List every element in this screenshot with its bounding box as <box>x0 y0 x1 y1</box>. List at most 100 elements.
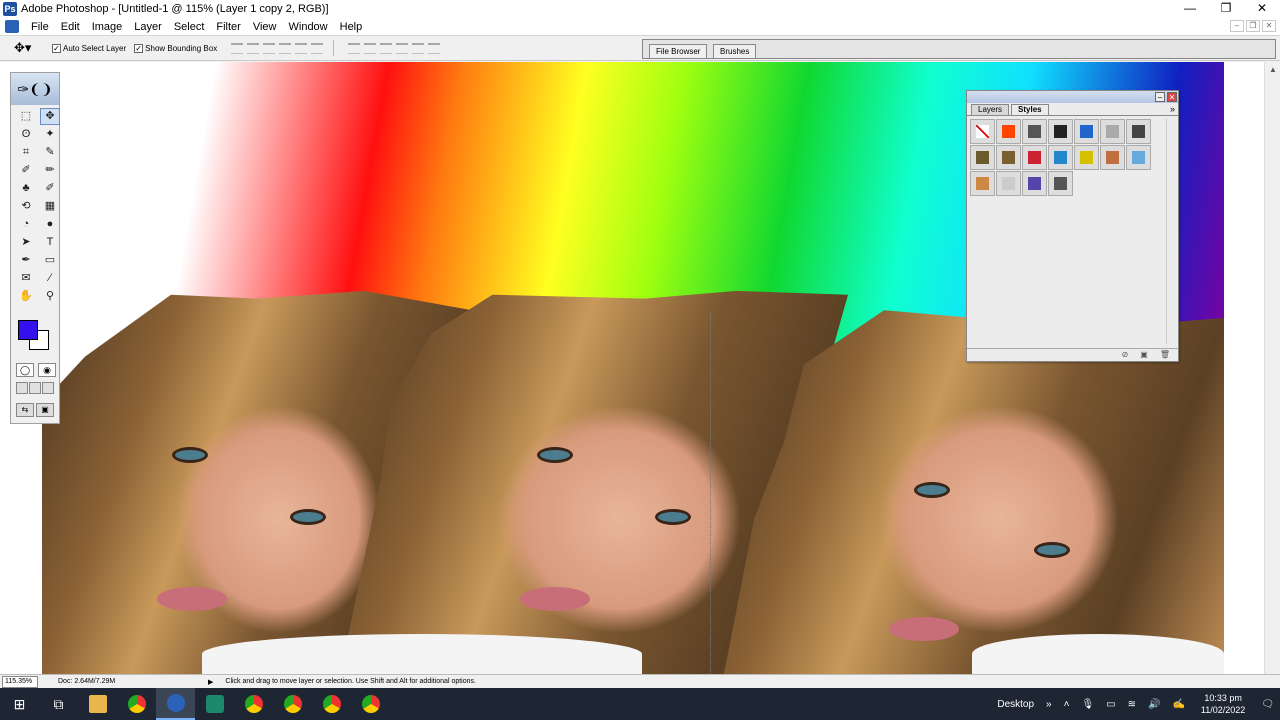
chrome-profile-icon[interactable] <box>234 688 273 720</box>
clear-style-icon[interactable]: ⊘ <box>1122 349 1129 361</box>
minimize-button[interactable]: — <box>1172 0 1208 18</box>
document-icon[interactable] <box>5 20 19 33</box>
style-swatch[interactable] <box>1022 171 1047 196</box>
distribute-vcenter-icon[interactable] <box>364 42 377 54</box>
photoshop-taskbar-icon[interactable] <box>156 688 195 720</box>
panel-title-bar[interactable]: – ✕ <box>967 91 1178 103</box>
style-swatch[interactable] <box>1074 119 1099 144</box>
style-swatch[interactable] <box>1100 119 1125 144</box>
eraser-tool-icon[interactable]: ⟲ <box>16 198 36 215</box>
align-right-icon[interactable] <box>311 42 324 54</box>
menu-layer[interactable]: Layer <box>128 21 168 33</box>
style-swatch[interactable] <box>1048 171 1073 196</box>
menu-filter[interactable]: Filter <box>210 21 246 33</box>
distribute-top-icon[interactable] <box>348 42 361 54</box>
path-selection-tool-icon[interactable]: ➤ <box>16 234 36 251</box>
distribute-left-icon[interactable] <box>396 42 409 54</box>
type-tool-icon[interactable]: T <box>40 234 60 251</box>
desktop-toolbar-label[interactable]: Desktop <box>997 699 1034 710</box>
lasso-tool-icon[interactable]: ʘ <box>16 126 36 143</box>
distribute-bottom-icon[interactable] <box>380 42 393 54</box>
style-swatch[interactable] <box>996 119 1021 144</box>
show-hidden-icons-icon[interactable]: ˄ <box>1064 699 1070 710</box>
menu-file[interactable]: File <box>25 21 55 33</box>
style-swatch[interactable] <box>1022 119 1047 144</box>
scroll-up-icon[interactable]: ▲ <box>1265 62 1280 78</box>
marquee-tool-icon[interactable]: ⬚ <box>16 108 36 125</box>
quick-mask-icon[interactable]: ◉ <box>38 363 56 377</box>
doc-close-button[interactable]: ✕ <box>1262 20 1276 32</box>
align-hcenter-icon[interactable] <box>295 42 308 54</box>
style-swatch[interactable] <box>970 145 995 170</box>
gradient-tool-icon[interactable]: ▦ <box>40 198 60 215</box>
menu-edit[interactable]: Edit <box>55 21 86 33</box>
standard-screen-icon[interactable] <box>16 382 28 394</box>
close-button[interactable]: ✕ <box>1244 0 1280 18</box>
style-swatch[interactable] <box>1126 145 1151 170</box>
chrome-icon[interactable] <box>117 688 156 720</box>
eyedropper-tool-icon[interactable]: ⁄ <box>40 270 60 287</box>
foreground-color-swatch[interactable] <box>18 320 38 340</box>
chrome-profile-icon[interactable] <box>312 688 351 720</box>
style-swatch[interactable] <box>1100 145 1125 170</box>
move-tool-icon[interactable]: ✥ <box>40 108 60 125</box>
tab-styles[interactable]: Styles <box>1011 104 1049 115</box>
style-swatch[interactable] <box>1126 119 1151 144</box>
doc-restore-button[interactable]: ❐ <box>1246 20 1260 32</box>
menu-view[interactable]: View <box>247 21 283 33</box>
hand-tool-icon[interactable]: ✋ <box>16 288 36 305</box>
style-swatch[interactable] <box>1048 119 1073 144</box>
slice-tool-icon[interactable]: ✎ <box>40 144 60 161</box>
panel-scrollbar[interactable] <box>1166 119 1176 344</box>
style-swatch[interactable] <box>970 171 995 196</box>
no-style-swatch[interactable] <box>970 119 995 144</box>
move-tool-preset-icon[interactable]: ✥▾ <box>14 40 44 56</box>
delete-style-icon[interactable]: 🗑 <box>1160 349 1170 361</box>
doc-minimize-button[interactable]: – <box>1230 20 1244 32</box>
history-brush-tool-icon[interactable]: ✐ <box>40 180 60 197</box>
align-vcenter-icon[interactable] <box>247 42 260 54</box>
auto-select-layer-checkbox[interactable]: ✓ Auto Select Layer <box>52 43 126 53</box>
brush-tool-icon[interactable]: ✏ <box>40 162 60 179</box>
media-player-icon[interactable] <box>195 688 234 720</box>
vertical-scrollbar[interactable]: ▲ <box>1264 62 1280 674</box>
align-top-icon[interactable] <box>231 42 244 54</box>
standard-mode-icon[interactable]: ◯ <box>16 363 34 377</box>
clock[interactable]: 10:33 pm 11/02/2022 <box>1201 692 1245 716</box>
dodge-tool-icon[interactable]: ● <box>40 216 60 233</box>
show-bounding-box-checkbox[interactable]: ✓ Show Bounding Box <box>134 43 217 53</box>
maximize-button[interactable]: ❐ <box>1208 0 1244 18</box>
menu-help[interactable]: Help <box>334 21 369 33</box>
distribute-right-icon[interactable] <box>428 42 441 54</box>
panel-close-button[interactable]: ✕ <box>1167 92 1177 102</box>
notes-tool-icon[interactable]: ✉ <box>16 270 36 287</box>
wifi-icon[interactable]: ≋ <box>1128 699 1136 710</box>
adobe-online-icon[interactable]: ✑❨❩ <box>11 73 59 105</box>
file-browser-tab[interactable]: File Browser <box>649 44 708 58</box>
chrome-profile-icon[interactable] <box>273 688 312 720</box>
microphone-icon[interactable]: 🎙 <box>1081 699 1094 710</box>
panel-menu-icon[interactable]: » <box>1170 104 1175 114</box>
style-swatch[interactable] <box>996 145 1021 170</box>
tab-layers[interactable]: Layers <box>971 104 1010 115</box>
style-swatch[interactable] <box>1074 145 1099 170</box>
zoom-field[interactable]: 115.35% <box>2 675 38 688</box>
blur-tool-icon[interactable]: ◔ <box>16 216 36 233</box>
new-style-icon[interactable]: ▣ <box>1140 349 1148 361</box>
align-bottom-icon[interactable] <box>263 42 276 54</box>
menu-select[interactable]: Select <box>168 21 211 33</box>
healing-brush-tool-icon[interactable]: ✐ <box>16 162 36 179</box>
crop-tool-icon[interactable]: ⌗ <box>16 144 36 161</box>
file-explorer-icon[interactable] <box>78 688 117 720</box>
rectangle-tool-icon[interactable]: ▭ <box>40 252 60 269</box>
menu-window[interactable]: Window <box>283 21 334 33</box>
status-arrow-icon[interactable]: ▶ <box>208 678 213 686</box>
style-swatch[interactable] <box>1022 145 1047 170</box>
start-button-icon[interactable]: ⊞ <box>0 688 39 720</box>
style-swatch[interactable] <box>996 171 1021 196</box>
jump-to-icon[interactable]: ▣ <box>36 403 54 417</box>
zoom-tool-icon[interactable]: ⚲ <box>40 288 60 305</box>
task-view-icon[interactable]: ⧉ <box>39 688 78 720</box>
align-left-icon[interactable] <box>279 42 292 54</box>
notifications-icon[interactable]: 🗨 <box>1261 699 1274 710</box>
